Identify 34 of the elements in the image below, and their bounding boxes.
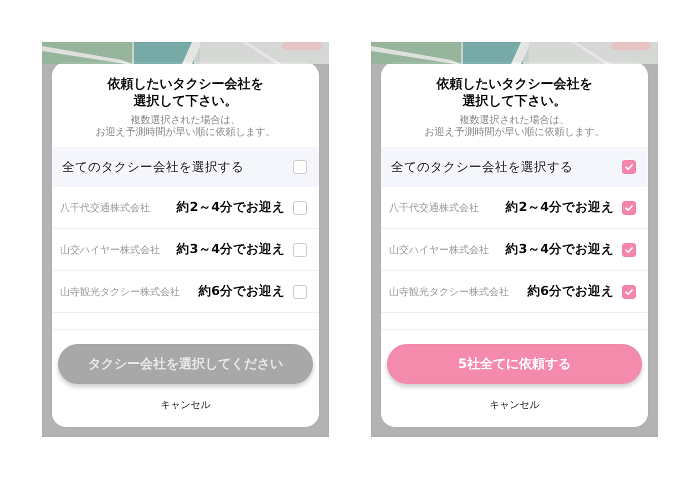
checkbox[interactable] (622, 200, 636, 214)
select-all-row[interactable]: 全てのタクシー会社を選択する (381, 147, 648, 187)
select-all-label: 全てのタクシー会社を選択する (62, 158, 245, 176)
company-name: 山交ハイヤー株式会社 (389, 244, 490, 256)
eta-text: 約2～4分でお迎え (506, 199, 614, 216)
checkbox[interactable] (293, 284, 307, 298)
dialog-subtitle: 複数選択された場合は、 (460, 115, 570, 126)
checkbox[interactable] (293, 160, 307, 174)
company-name: 山寺観光タクシー株式会社 (389, 286, 510, 298)
company-name: 山交ハイヤー株式会社 (60, 244, 161, 256)
checkbox[interactable] (293, 200, 307, 214)
select-all-row[interactable]: 全てのタクシー会社を選択する (52, 147, 319, 187)
eta-text: 約3～4分でお迎え (506, 241, 614, 258)
cancel-link[interactable]: キャンセル (158, 396, 212, 414)
dialog-subtitle: お迎え予測時間が早い順に依頼します。 (96, 127, 276, 139)
dialog-subtitle: 複数選択された場合は、 (130, 115, 240, 126)
checkbox[interactable] (622, 242, 636, 256)
dialog-title: 依頼したいタクシー会社を (436, 76, 592, 93)
eta-text: 約6分でお迎え (527, 283, 614, 300)
checkbox[interactable] (293, 242, 307, 256)
company-name: 八千代交通株式会社 (60, 202, 151, 214)
select-all-label: 全てのタクシー会社を選択する (391, 158, 574, 176)
dialog-subtitle: お迎え予測時間が早い順に依頼します。 (424, 127, 604, 139)
dialog-title: 選択して下さい。 (134, 93, 238, 110)
checkbox[interactable] (622, 284, 636, 298)
dialog-title: 選択して下さい。 (462, 93, 566, 110)
eta-text: 約6分でお迎え (198, 283, 285, 300)
eta-text: 約2～4分でお迎え (176, 199, 285, 216)
company-name: 山寺観光タクシー株式会社 (60, 286, 181, 298)
dialog-title: 依頼したいタクシー会社を (108, 76, 264, 93)
cancel-link[interactable]: キャンセル (488, 396, 542, 414)
company-name: 八千代交通株式会社 (389, 202, 480, 214)
eta-text: 約3～4分でお迎え (176, 241, 285, 258)
checkbox[interactable] (622, 160, 636, 174)
